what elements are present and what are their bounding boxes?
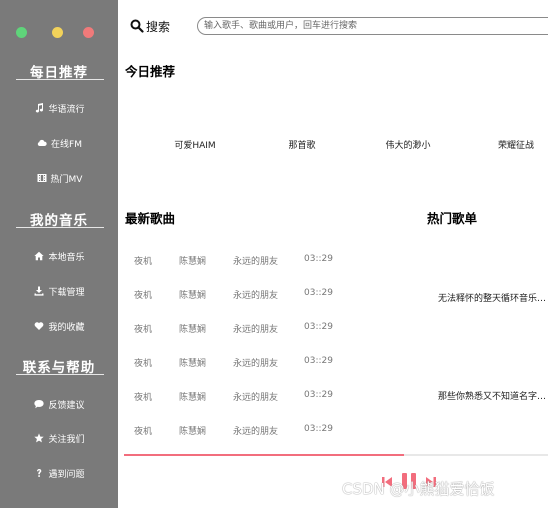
sidebar-section-title-daily: 每日推荐 [30,65,88,81]
song-album: 永远的朋友 [233,325,279,335]
sidebar-item-label: 华语流行 [48,104,85,115]
song-artist: 陈慧娴 [179,291,207,301]
song-artist: 陈慧娴 [179,393,207,403]
song-row[interactable]: 夜机 陈慧娴 永远的朋友 03::29 [124,420,404,440]
sidebar-item-online-fm[interactable]: 在线FM [0,132,118,154]
sidebar-item-label: 下载管理 [48,287,85,298]
playlist-item[interactable]: 那些你熟悉又不知道名字… [438,389,546,402]
song-title: 夜机 [134,257,153,267]
song-album: 永远的朋友 [233,291,279,301]
window-minimize-dot[interactable] [52,27,63,38]
watermark: CSDN @小熊猫爱恰饭 [342,480,495,498]
sidebar-item-local-music[interactable]: 本地音乐 [0,245,118,267]
sidebar-divider [16,79,104,80]
song-album: 永远的朋友 [233,359,279,369]
sidebar-item-help[interactable]: 遇到问题 [0,462,118,484]
latest-songs-heading: 最新歌曲 [125,211,176,226]
song-title: 夜机 [134,427,153,437]
sidebar-item-label: 热门MV [50,174,83,185]
film-icon [36,172,48,184]
song-row[interactable]: 夜机 陈慧娴 永远的朋友 03::29 [124,386,404,406]
song-duration: 03::29 [304,424,333,434]
song-row[interactable]: 夜机 陈慧娴 永远的朋友 03::29 [124,318,404,338]
sidebar-item-feedback[interactable]: 反馈建议 [0,393,118,415]
sidebar-divider [16,227,104,228]
search-input[interactable] [197,17,548,35]
sidebar-divider [16,374,104,375]
question-icon [33,467,45,479]
sidebar-item-label: 我的收藏 [48,322,85,333]
song-artist: 陈慧娴 [179,325,207,335]
song-title: 夜机 [134,291,153,301]
sidebar-item-hot-mv[interactable]: 热门MV [0,167,118,189]
sidebar-section-title-my-music: 我的音乐 [30,213,88,229]
sidebar-item-downloads[interactable]: 下载管理 [0,280,118,302]
comment-icon [33,398,45,410]
song-duration: 03::29 [304,390,333,400]
download-icon [33,285,45,297]
song-duration: 03::29 [304,288,333,298]
recommend-item[interactable]: 伟大的渺小 [385,138,430,151]
progress-bar[interactable] [124,454,548,456]
playlist-item[interactable]: 无法释怀的整天循环音乐… [438,291,546,304]
search-label: 搜索 [146,20,171,34]
recommend-item[interactable]: 那首歌 [288,138,315,151]
song-album: 永远的朋友 [233,427,279,437]
today-recommend-heading: 今日推荐 [125,64,176,79]
song-duration: 03::29 [304,356,333,366]
song-artist: 陈慧娴 [179,257,207,267]
sidebar-item-label: 关注我们 [48,434,85,445]
song-artist: 陈慧娴 [179,359,207,369]
home-icon [33,250,45,262]
song-title: 夜机 [134,393,153,403]
sidebar-item-label: 反馈建议 [48,400,85,411]
song-duration: 03::29 [304,254,333,264]
star-icon [33,432,45,444]
song-row[interactable]: 夜机 陈慧娴 永远的朋友 03::29 [124,284,404,304]
song-artist: 陈慧娴 [179,427,207,437]
sidebar-item-mandarin-pop[interactable]: 华语流行 [0,97,118,119]
song-row[interactable]: 夜机 陈慧娴 永远的朋友 03::29 [124,352,404,372]
hot-playlists-heading: 热门歌单 [427,211,478,226]
progress-fill [124,454,404,456]
sidebar-item-label: 在线FM [51,139,82,150]
recommend-item[interactable]: 可爱HAIM [174,138,215,151]
song-title: 夜机 [134,325,153,335]
sidebar: 每日推荐 华语流行 在线FM 热门MV 我的音乐 本地音乐 下载管理 我的收藏 … [0,0,118,508]
sidebar-item-label: 遇到问题 [48,469,85,480]
cloud-icon [36,137,48,149]
search-icon[interactable] [130,19,144,33]
song-title: 夜机 [134,359,153,369]
sidebar-item-favorites[interactable]: 我的收藏 [0,315,118,337]
song-duration: 03::29 [304,322,333,332]
recommend-item[interactable]: 荣耀征战 [498,138,534,151]
heart-icon [33,320,45,332]
window-maximize-dot[interactable] [16,27,27,38]
sidebar-item-label: 本地音乐 [48,252,85,263]
song-album: 永远的朋友 [233,257,279,267]
sidebar-item-follow-us[interactable]: 关注我们 [0,427,118,449]
song-album: 永远的朋友 [233,393,279,403]
sidebar-section-title-contact: 联系与帮助 [22,360,96,376]
music-note-icon [33,102,45,114]
window-close-dot[interactable] [83,27,94,38]
song-row[interactable]: 夜机 陈慧娴 永远的朋友 03::29 [124,250,404,270]
